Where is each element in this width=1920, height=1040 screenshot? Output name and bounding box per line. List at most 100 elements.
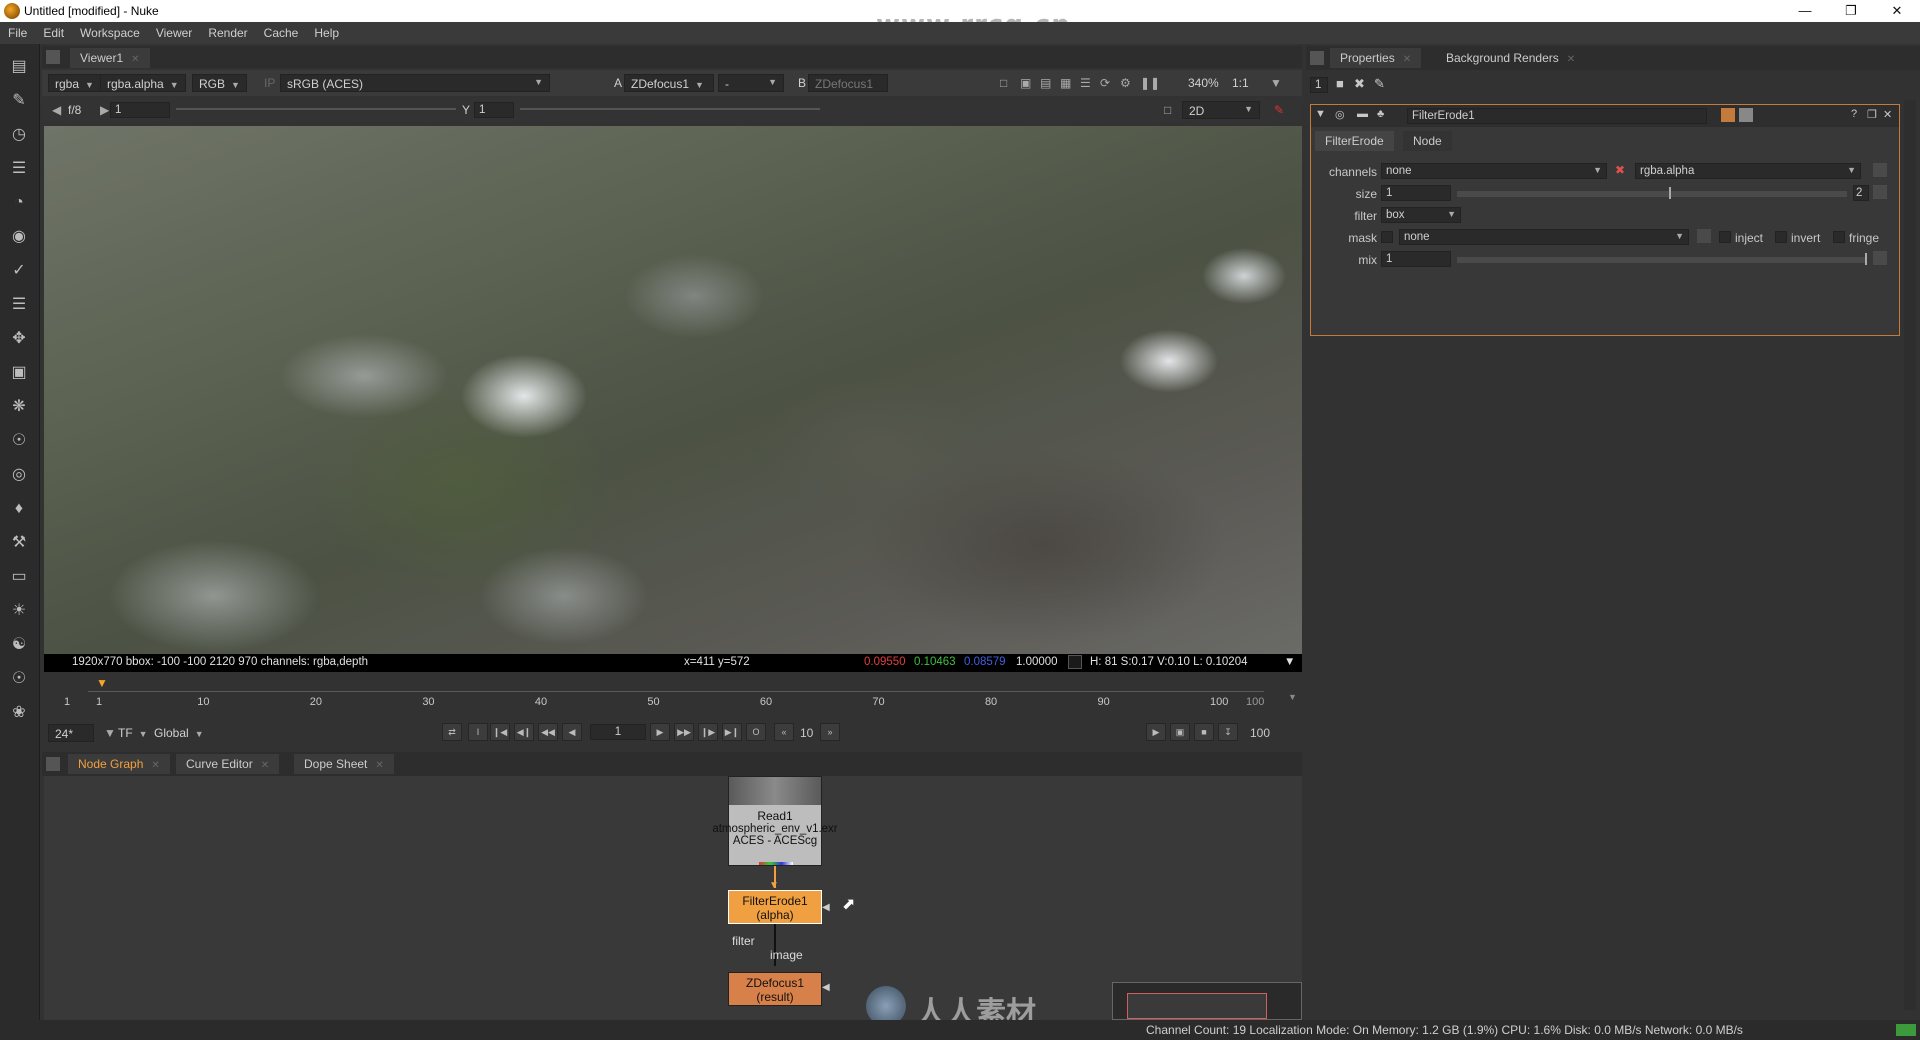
node-graph-canvas[interactable]: Read1 atmospheric_env_v1.exr ACES - ACES… [44,776,1302,1020]
skip-back-icon[interactable]: « [774,723,794,741]
paint-brush-icon[interactable]: ✎ [1268,101,1290,119]
timeline-ruler[interactable] [88,682,1264,692]
range-scope-dropdown[interactable]: Global ▼ [148,724,210,742]
nuke-logo-icon[interactable]: ❀ [8,702,30,724]
merge-tools-icon[interactable]: ☰ [8,294,30,316]
navigator-viewport[interactable] [1127,993,1267,1019]
metadata-icon[interactable]: ♦ [8,498,30,520]
fps-dropdown[interactable]: 24* [48,724,94,742]
pixel-ratio[interactable]: 1:1 [1226,74,1255,92]
menu-cache[interactable]: Cache [256,22,307,44]
viewer-toggle-icon[interactable]: ◎ [1335,108,1345,121]
channels-alpha-dropdown[interactable]: rgba.alpha ▼ [1635,163,1861,179]
menu-viewer[interactable]: Viewer [148,22,200,44]
mix-slider-handle[interactable] [1865,253,1867,265]
collapse-icon[interactable]: ▼ [1315,108,1326,120]
size-slider-handle[interactable] [1669,187,1671,199]
node-name-field[interactable]: FilterErode1 [1407,108,1707,124]
mix-slider[interactable] [1457,257,1867,263]
prev-keyframe-icon[interactable]: ◀❙ [514,723,534,741]
other-tools-icon[interactable]: ▭ [8,566,30,588]
close-icon[interactable]: ✕ [1883,108,1892,121]
filter-tools-icon[interactable]: ◉ [8,226,30,248]
minimize-icon[interactable]: — [1782,0,1828,22]
cache-icon[interactable]: ▣ [1170,723,1190,741]
mask-checkbox[interactable] [1381,231,1393,243]
channels-dropdown[interactable]: none ▼ [1381,163,1607,179]
zoom-level[interactable]: 340% [1182,74,1225,92]
tab-filter-erode[interactable]: FilterErode [1315,131,1394,151]
out-point-icon[interactable]: O [746,723,766,741]
tab-properties[interactable]: Properties ✕ [1330,48,1422,68]
roi-select-icon[interactable]: □ [1158,101,1177,119]
tab-curve-editor[interactable]: Curve Editor ✕ [176,754,280,774]
close-icon[interactable]: ✕ [1874,0,1920,22]
next-keyframe-icon[interactable]: ❙▶ [698,723,718,741]
timeline[interactable]: 1 1 10 20 30 40 50 60 70 80 90 100 ▼ 100 ▼ [44,674,1302,718]
color-tools-icon[interactable]: ◔ [8,192,30,214]
ocula-icon[interactable]: ☯ [8,634,30,656]
image-tools-icon[interactable]: ▤ [8,56,30,78]
animation-menu-icon[interactable] [1873,185,1887,199]
compare-mode-dropdown[interactable]: - ▼ [718,74,784,92]
close-icon[interactable]: ✕ [261,760,269,771]
size-dimension-toggle[interactable]: 2 [1853,185,1869,201]
rgb-mode-dropdown[interactable]: RGB ▼ [192,74,247,92]
cara-vr-icon[interactable]: ☉ [8,668,30,690]
inject-checkbox[interactable] [1719,231,1731,243]
menu-help[interactable]: Help [306,22,347,44]
play-forward-icon[interactable]: ▶ [650,723,670,741]
skip-forward-icon[interactable]: » [820,723,840,741]
view-mode-dropdown[interactable]: 2D ▼ [1182,101,1260,119]
gamma-slider[interactable] [520,108,820,110]
restore-icon[interactable]: ❐ [1828,0,1874,22]
tab-node[interactable]: Node [1403,131,1452,151]
panel-menu-icon[interactable] [1310,51,1324,65]
help-icon[interactable]: ? [1851,108,1857,120]
views-tools-icon[interactable]: ◎ [8,464,30,486]
read-node[interactable]: Read1 atmospheric_env_v1.exr ACES - ACES… [712,776,838,866]
gain-slider[interactable] [176,108,456,110]
mask-input-arrow-icon[interactable]: ◀ [822,902,830,913]
tab-node-graph[interactable]: Node Graph ✕ [68,754,170,774]
fstop-value[interactable]: f/8 [62,101,87,119]
keyer-tools-icon[interactable]: ✓ [8,260,30,282]
channel-clear-icon[interactable]: ✖ [1615,163,1625,177]
flipbook-icon[interactable]: ▶ [1146,723,1166,741]
mask-menu-icon[interactable] [1697,229,1711,243]
mask-dropdown[interactable]: none ▼ [1399,229,1689,245]
menu-workspace[interactable]: Workspace [72,22,148,44]
viewer-image[interactable] [44,126,1302,654]
in-point-icon[interactable]: I [468,723,488,741]
filter-erode-node[interactable]: FilterErode1 (alpha) [728,890,822,924]
animation-menu-icon[interactable] [1873,251,1887,265]
step-forward-icon[interactable]: ▶▶ [674,723,694,741]
deep-tools-icon[interactable]: ☉ [8,430,30,452]
playhead-icon[interactable]: ▼ [96,676,108,690]
particles-icon[interactable]: ❋ [8,396,30,418]
channel-tools-icon[interactable]: ☰ [8,158,30,180]
current-frame-field[interactable]: 1 [590,724,646,740]
loop-icon[interactable]: ⇄ [442,723,462,741]
zdefocus-node[interactable]: ZDefocus1 (result) [728,972,822,1006]
max-panels-field[interactable]: 1 [1310,77,1328,93]
toolsets-icon[interactable]: ⚒ [8,532,30,554]
chevron-down-icon[interactable]: ▼ [1288,692,1297,702]
lock-icon[interactable]: ■ [1194,723,1214,741]
clear-panels-icon[interactable]: ✖ [1354,76,1365,92]
properties-scrollbar[interactable] [1904,100,1916,1010]
colorspace-dropdown[interactable]: sRGB (ACES) ▼ [280,74,550,92]
gl-color-icon[interactable] [1739,108,1753,122]
play-backward-icon[interactable]: ◀ [562,723,582,741]
first-frame-icon[interactable]: ❙◀ [490,723,510,741]
frame-increment[interactable]: 10 [800,726,813,740]
size-slider[interactable] [1457,191,1847,197]
fringe-checkbox[interactable] [1833,231,1845,243]
channel-layer-dropdown[interactable]: rgba ▼ [48,74,101,92]
step-back-icon[interactable]: ◀◀ [538,723,558,741]
node-color-icon[interactable] [1721,108,1735,122]
node-graph-navigator[interactable] [1112,982,1302,1020]
panel-menu-icon[interactable] [46,757,60,771]
panel-menu-icon[interactable] [46,50,60,64]
filter-dropdown[interactable]: box ▼ [1381,207,1461,223]
